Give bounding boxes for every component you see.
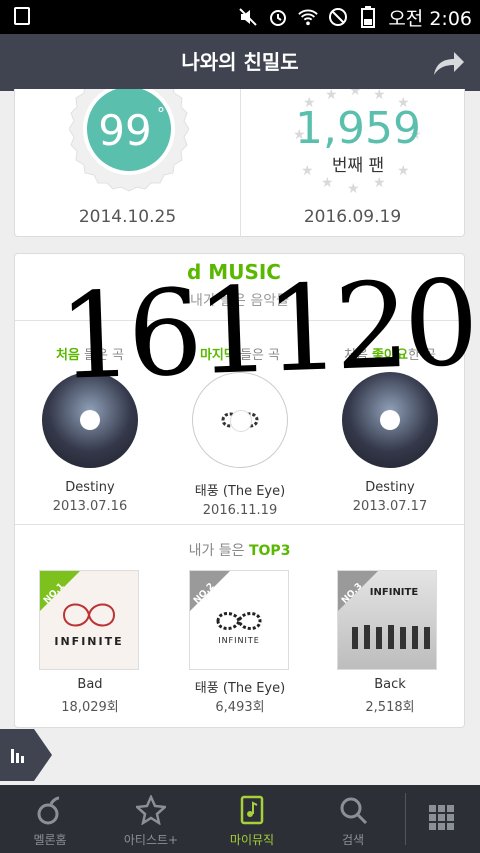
svg-text:★: ★ [349, 89, 362, 99]
svg-text:INFINITE: INFINITE [218, 636, 260, 645]
song-title: Destiny [365, 480, 415, 495]
tab-artist-plus[interactable]: 아티스트+ [103, 785, 199, 853]
score-value: 99 [98, 106, 151, 155]
no-signal-icon [328, 7, 348, 27]
first-liked-song[interactable]: 처음 좋아요한 곡 Destiny 2013.07.17 [315, 344, 465, 514]
fan-number-badge: ★ ★ ★ ★ ★ ★ ★ ★ ★ ★ ★ ★ 1,959 번째 팬 [293, 89, 423, 197]
music-history-card: d MUSIC 내가 들은 음악들 처음 들은 곡 Destiny 2013.0… [14, 253, 465, 728]
first-played-song[interactable]: 처음 들은 곡 Destiny 2013.07.16 [15, 344, 165, 514]
tab-menu[interactable] [394, 785, 480, 853]
note-icon [37, 796, 60, 825]
song-date: 2013.07.17 [352, 499, 428, 514]
my-music-icon [240, 795, 264, 825]
top3-play-count: 6,493회 [215, 700, 265, 715]
tab-search[interactable]: 검색 [305, 785, 401, 853]
column-heading: 마지막 들은 곡 [199, 348, 281, 363]
column-heading: 처음 들은 곡 [55, 348, 125, 363]
grid-menu-icon [429, 805, 454, 830]
album-cover[interactable]: INFINITE NO.3 [337, 570, 437, 670]
album-disc [192, 372, 288, 468]
top3-play-count: 2,518회 [365, 700, 415, 715]
album-cover[interactable]: INFINITE NO.2 [189, 570, 289, 670]
tab-my-music[interactable]: 마이뮤직 [204, 785, 300, 853]
top3-song-name: 태풍 (The Eye) [194, 681, 286, 696]
search-icon [340, 797, 368, 825]
fan-number: 1,959 [295, 103, 421, 154]
tab-label: 멜론홈 [33, 833, 67, 847]
page-title: 나와의 친밀도 [181, 50, 299, 74]
svg-text:★: ★ [373, 89, 386, 103]
tab-label: 검색 [341, 833, 365, 847]
svg-text:★: ★ [325, 89, 338, 103]
album-cover[interactable]: INFINITE NO.1 [39, 570, 139, 670]
share-icon[interactable] [432, 49, 466, 77]
intimacy-card: 99 ° 2014.10.25 ★ ★ ★ ★ ★ ★ ★ ★ ★ ★ ★ ★ 1,959 번… [14, 66, 465, 237]
song-title: 태풍 (The Eye) [194, 484, 286, 499]
alarm-icon [268, 7, 288, 27]
app-header: 나와의 친밀도 [0, 34, 480, 91]
top3-song-name: Back [374, 677, 406, 692]
wifi-icon [298, 7, 319, 27]
svg-text:★: ★ [321, 175, 334, 191]
status-bar: 오전 2:06 [0, 0, 480, 34]
song-date: 2016.11.19 [202, 503, 278, 518]
top3-play-count: 18,029회 [61, 700, 119, 715]
first-date: 2014.10.25 [78, 207, 177, 227]
section-divider [15, 320, 464, 321]
album-disc [342, 372, 438, 468]
fan-label: 번째 팬 [331, 156, 385, 176]
album-disc [42, 372, 138, 468]
battery-icon [358, 6, 378, 28]
score-mark: ° [157, 104, 165, 123]
notification-icon [14, 7, 30, 25]
music-subtitle: 내가 들은 음악들 [189, 293, 290, 309]
svg-text:INFINITE: INFINITE [54, 635, 123, 648]
tab-label: 마이뮤직 [229, 833, 275, 847]
song-title: Destiny [65, 480, 115, 495]
bottom-tab-bar: 멜론홈 아티스트+ 마이뮤직 검색 [0, 785, 480, 853]
mute-icon [238, 7, 258, 27]
equalizer-icon [11, 749, 24, 763]
player-drawer-handle[interactable] [0, 729, 52, 781]
intimacy-score-badge: 99 ° [68, 66, 190, 197]
fan-date: 2016.09.19 [303, 207, 402, 227]
svg-text:★: ★ [373, 175, 386, 191]
section-divider [15, 524, 464, 525]
melon-music-logo: d MUSIC [187, 260, 281, 284]
top3-song-name: Bad [77, 677, 103, 692]
star-icon [136, 795, 166, 825]
top3-title: 내가 들은 TOP3 [188, 543, 291, 559]
tab-label: 아티스트+ [123, 833, 179, 847]
last-played-song[interactable]: 마지막 들은 곡 태풍 (The Eye) 2016.11.19 [165, 344, 315, 518]
svg-text:★: ★ [347, 181, 360, 197]
clock: 오전 2:06 [388, 7, 472, 30]
column-heading: 처음 좋아요한 곡 [343, 348, 436, 363]
tab-melon-home[interactable]: 멜론홈 [2, 785, 98, 853]
song-date: 2013.07.16 [52, 499, 128, 514]
